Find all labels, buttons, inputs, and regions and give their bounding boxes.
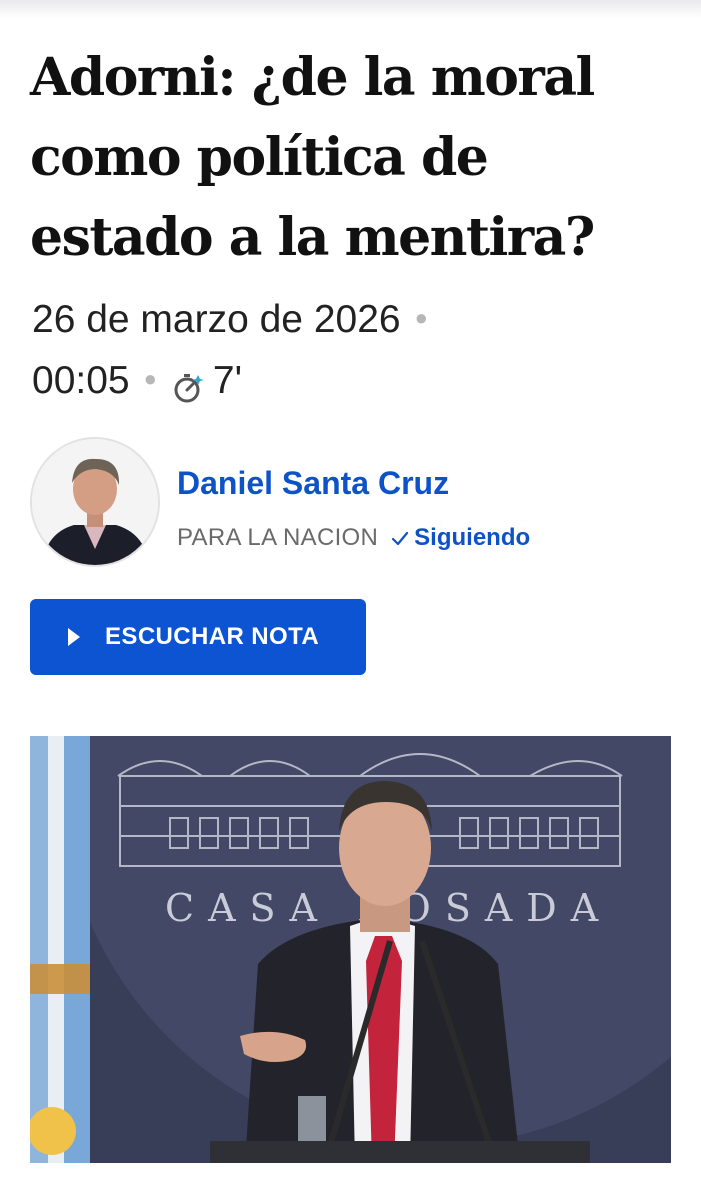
publish-time: 00:05	[32, 359, 130, 403]
author-avatar[interactable]	[30, 437, 160, 567]
check-icon	[390, 527, 410, 547]
reading-time: 7'	[212, 359, 243, 403]
article-headline: Adorni: ¿de la moral como política de es…	[30, 47, 595, 268]
status-bar-edge	[0, 0, 701, 18]
publish-date: 26 de marzo de 2026	[32, 298, 401, 341]
author-outlet: PARA LA NACION	[177, 524, 379, 551]
author-name-link[interactable]: Daniel Santa Cruz	[177, 465, 449, 502]
separator-dot: ●	[143, 366, 157, 392]
listen-button-label: ESCUCHAR NOTA	[105, 623, 320, 650]
follow-button[interactable]: Siguiendo	[390, 523, 530, 553]
stopwatch-icon	[171, 363, 205, 403]
play-icon	[68, 628, 80, 646]
author-subline: PARA LA NACION Siguiendo	[177, 523, 530, 553]
article-photo[interactable]: CASA ROSADA	[30, 736, 671, 1163]
listen-article-button[interactable]: ESCUCHAR NOTA	[30, 599, 366, 675]
separator-dot: ●	[414, 305, 428, 331]
follow-label: Siguiendo	[414, 524, 531, 551]
article-meta: 26 de marzo de 2026 ● 00:05 ● 7'	[32, 290, 592, 412]
author-block: Daniel Santa Cruz PARA LA NACION Siguiend…	[30, 437, 670, 569]
